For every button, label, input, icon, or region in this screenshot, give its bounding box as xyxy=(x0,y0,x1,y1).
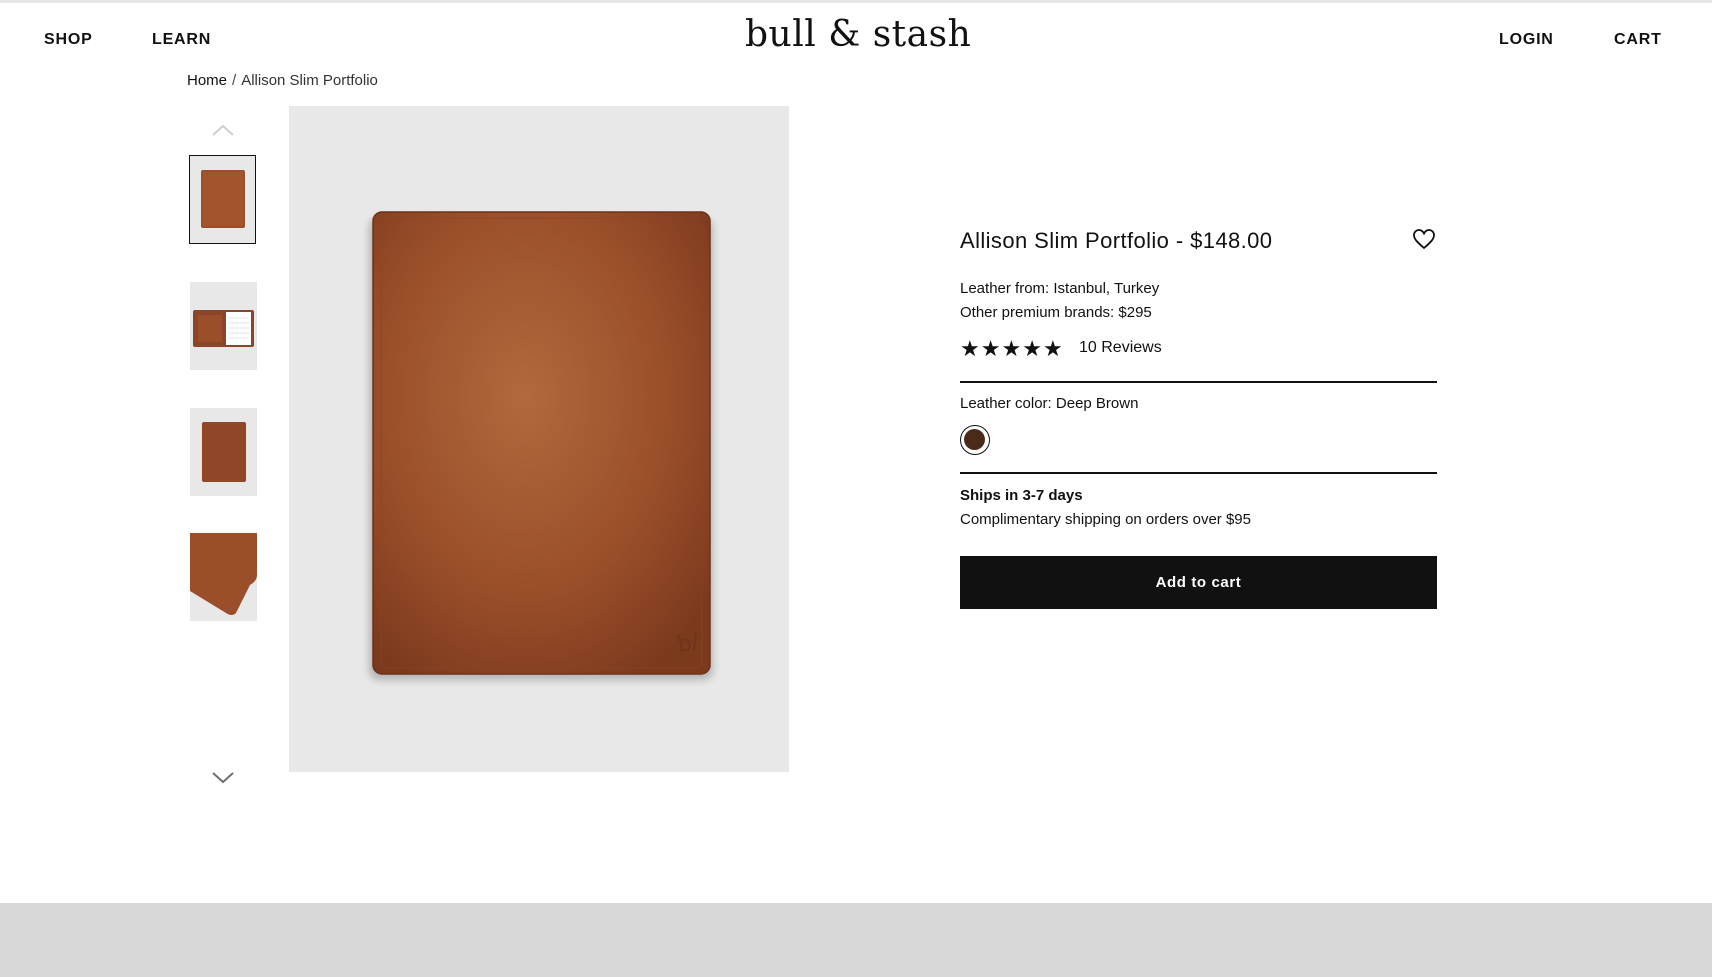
portfolio-open-image xyxy=(190,282,257,370)
shipping-time: Ships in 3-7 days xyxy=(960,487,1083,504)
breadcrumb-home[interactable]: Home xyxy=(187,72,227,89)
thumbnail-front[interactable] xyxy=(189,155,256,244)
portfolio-corner-image xyxy=(190,533,257,621)
other-brands-price: Other premium brands: $295 xyxy=(960,304,1152,321)
chevron-up-icon[interactable] xyxy=(211,122,235,138)
breadcrumb-separator: / xyxy=(232,72,237,89)
reviews-link[interactable]: 10 Reviews xyxy=(1079,339,1162,357)
thumbnail-open[interactable] xyxy=(190,282,257,370)
portfolio-back-image xyxy=(190,408,257,496)
nav-login[interactable]: LOGIN xyxy=(1499,31,1554,49)
nav-shop[interactable]: SHOP xyxy=(44,31,93,49)
star-icon: ★ xyxy=(1001,336,1022,361)
star-icon: ★ xyxy=(1042,336,1063,361)
swatch-fill xyxy=(964,429,985,450)
star-icon: ★ xyxy=(1022,336,1042,361)
shipping-note: Complimentary shipping on orders over $9… xyxy=(960,511,1251,528)
product-title: Allison Slim Portfolio - $148.00 xyxy=(960,228,1273,253)
thumbnail-corner-detail[interactable] xyxy=(190,533,257,621)
divider xyxy=(960,381,1437,383)
thumbnail-back[interactable] xyxy=(190,408,257,496)
color-swatch-deep-brown[interactable] xyxy=(960,425,990,455)
chevron-down-icon[interactable] xyxy=(211,770,235,786)
breadcrumb-current: Allison Slim Portfolio xyxy=(241,72,378,89)
top-border xyxy=(0,0,1712,3)
brand-logo[interactable]: bull & stash xyxy=(745,14,971,55)
rating-stars[interactable]: ★ ★ ★ ★ ★ xyxy=(960,337,1063,361)
leather-color-label: Leather color: Deep Brown xyxy=(960,395,1139,412)
heart-icon[interactable] xyxy=(1412,228,1436,250)
nav-cart[interactable]: CART xyxy=(1614,31,1662,49)
divider xyxy=(960,472,1437,474)
portfolio-front-image xyxy=(190,156,254,242)
add-to-cart-button[interactable]: Add to cart xyxy=(960,556,1437,609)
breadcrumb: Home / Allison Slim Portfolio xyxy=(187,72,378,89)
portfolio-image: b/ xyxy=(289,106,789,772)
leather-origin: Leather from: Istanbul, Turkey xyxy=(960,280,1160,297)
footer-band xyxy=(0,903,1712,977)
star-icon: ★ xyxy=(980,336,1001,361)
star-icon: ★ xyxy=(960,336,980,361)
main-product-image[interactable]: b/ xyxy=(289,106,789,772)
nav-learn[interactable]: LEARN xyxy=(152,31,211,49)
